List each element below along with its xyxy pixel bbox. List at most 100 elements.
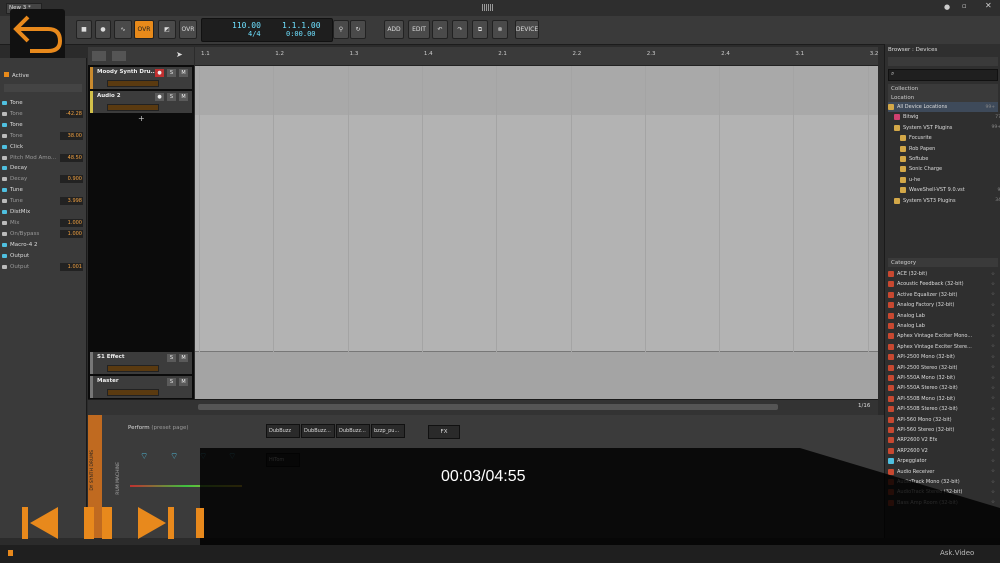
browser-location-item[interactable]: System VST3 Plugins 34: [888, 196, 1000, 206]
browser-device-item[interactable]: API-550B Mono (32-bit) ☆: [888, 394, 998, 404]
fx-slot[interactable]: FX: [428, 425, 460, 439]
remove-icon[interactable]: [2, 111, 7, 116]
parameter-header[interactable]: Decay: [2, 163, 84, 173]
expand-icon[interactable]: [2, 188, 7, 193]
parameter-value[interactable]: 3.998: [60, 197, 83, 206]
browser-device-item[interactable]: ACE (32-bit) ☆: [888, 269, 998, 279]
delete-icon[interactable]: ⊗: [492, 20, 508, 39]
parameter-row[interactable]: Pitch Mod Amo... 48.50: [2, 153, 84, 163]
browser-location-item[interactable]: System VST Plugins 99+: [888, 123, 1000, 133]
routing-row[interactable]: [4, 84, 82, 92]
favorite-star-icon[interactable]: ☆: [991, 324, 995, 329]
favorite-star-icon[interactable]: ☆: [991, 355, 995, 360]
metronome-icon[interactable]: ⚲: [333, 20, 349, 39]
parameter-value[interactable]: 48.50: [60, 153, 83, 162]
expand-icon[interactable]: [2, 253, 7, 258]
active-checkbox[interactable]: [4, 72, 9, 77]
timeline-ruler[interactable]: [195, 47, 878, 66]
favorite-star-icon[interactable]: ☆: [991, 500, 995, 505]
parameter-row[interactable]: Tone -42.28: [2, 109, 84, 119]
solo-button[interactable]: S: [167, 354, 176, 362]
parameter-header[interactable]: Click: [2, 142, 84, 152]
parameter-header[interactable]: Output: [2, 251, 84, 261]
favorite-star-icon[interactable]: ☆: [991, 428, 995, 433]
browser-location-item[interactable]: Sonic Charge2: [888, 164, 1000, 174]
browser-device-item[interactable]: ARP2600 V2 ☆: [888, 446, 998, 456]
browser-device-item[interactable]: Active Equalizer (32-bit) ☆: [888, 290, 998, 300]
favorite-star-icon[interactable]: ☆: [991, 272, 995, 277]
parameter-header[interactable]: Tone: [2, 98, 84, 108]
track-s1-effect[interactable]: S1 Effect S M: [90, 352, 192, 374]
horizontal-scrollbar[interactable]: [198, 404, 778, 410]
stop-button[interactable]: ■: [76, 20, 92, 39]
add-track-icon[interactable]: +: [138, 114, 145, 123]
mute-button[interactable]: M: [179, 69, 188, 77]
browser-device-item[interactable]: API-560 Stereo (32-bit) ☆: [888, 425, 998, 435]
browser-device-item[interactable]: Analog Factory (32-bit) ☆: [888, 300, 998, 310]
track-audio-2[interactable]: Audio 2 ● S M: [90, 91, 192, 113]
tempo-value[interactable]: 110.00: [232, 21, 261, 30]
add-button[interactable]: ADD: [384, 20, 404, 39]
favorite-star-icon[interactable]: ☆: [991, 396, 995, 401]
pointer-tool-icon[interactable]: ➤: [176, 50, 183, 59]
record-arm-button[interactable]: ●: [155, 93, 164, 101]
browser-device-item[interactable]: Aphex Vintage Exciter Mono... ☆: [888, 331, 998, 341]
skip-back-button[interactable]: [14, 497, 66, 549]
expand-icon[interactable]: [2, 242, 7, 247]
expand-icon[interactable]: [2, 122, 7, 127]
remove-icon[interactable]: [2, 220, 7, 225]
perform-page[interactable]: Perform (preset page): [128, 425, 189, 431]
browser-device-item[interactable]: API-560 Mono (32-bit) ☆: [888, 415, 998, 425]
remove-icon[interactable]: [2, 199, 7, 204]
grid-resolution[interactable]: 1/16: [858, 403, 870, 409]
loop-icon[interactable]: ↻: [350, 20, 366, 39]
browser-device-item[interactable]: Arpeggiator ☆: [888, 456, 998, 466]
expand-icon[interactable]: [2, 101, 7, 105]
collection-header[interactable]: Collection: [888, 84, 998, 93]
browser-location-item[interactable]: u-he3: [888, 175, 1000, 185]
pause-button[interactable]: [72, 497, 124, 549]
arranger-toggle[interactable]: [112, 51, 126, 61]
parameter-value[interactable]: 1.000: [60, 218, 83, 227]
favorite-star-icon[interactable]: ☆: [991, 376, 995, 381]
skip-forward-button[interactable]: [130, 497, 182, 549]
parameter-row[interactable]: Mix 1.000: [2, 218, 84, 228]
solo-button[interactable]: S: [167, 93, 176, 101]
solo-button[interactable]: S: [167, 378, 176, 386]
parameter-row[interactable]: Tune 3.998: [2, 196, 84, 206]
browser-device-item[interactable]: ARP2600 V2 Efx ☆: [888, 435, 998, 445]
favorite-star-icon[interactable]: ☆: [991, 386, 995, 391]
parameter-row[interactable]: On/Bypass 1.000: [2, 229, 84, 239]
browser-tabs[interactable]: [888, 57, 998, 66]
browser-device-item[interactable]: Analog Lab ☆: [888, 321, 998, 331]
record-arm-button[interactable]: ●: [155, 69, 164, 77]
browser-location-item[interactable]: WaveShell-VST 9.0.vst99+: [888, 185, 1000, 195]
browser-device-item[interactable]: API-550B Stereo (32-bit) ☆: [888, 404, 998, 414]
browser-location-item[interactable]: Rob Papen6: [888, 144, 1000, 154]
active-toggle[interactable]: Active: [4, 72, 29, 79]
copy-icon[interactable]: ⧉: [472, 20, 488, 39]
mute-button[interactable]: M: [179, 378, 188, 386]
device-button[interactable]: DEVICE: [515, 20, 539, 39]
favorite-star-icon[interactable]: ☆: [991, 334, 995, 339]
favorite-star-icon[interactable]: ☆: [991, 407, 995, 412]
browser-device-item[interactable]: API-550A Mono (32-bit) ☆: [888, 373, 998, 383]
remove-icon[interactable]: [2, 264, 7, 269]
time-signature[interactable]: 4/4: [248, 30, 261, 38]
parameter-header[interactable]: Tune: [2, 185, 84, 195]
favorite-star-icon[interactable]: ☆: [991, 459, 995, 464]
parameter-header[interactable]: DistMix: [2, 207, 84, 217]
effect-lanes[interactable]: [195, 351, 878, 399]
browser-device-item[interactable]: Audio Receiver ☆: [888, 467, 998, 477]
favorite-star-icon[interactable]: ☆: [991, 344, 995, 349]
favorite-star-icon[interactable]: ☆: [991, 417, 995, 422]
browser-location-item[interactable]: Bitwig 77: [888, 112, 1000, 122]
restore-icon[interactable]: ▫: [962, 2, 967, 10]
track-volume-meter[interactable]: [107, 80, 159, 87]
browser-device-item[interactable]: API-2500 Stereo (32-bit) ☆: [888, 363, 998, 373]
mute-button[interactable]: M: [179, 354, 188, 362]
close-icon[interactable]: ✕: [985, 1, 992, 10]
browser-search-input[interactable]: ⌕: [888, 69, 998, 81]
parameter-header[interactable]: Macro-4 2: [2, 240, 84, 250]
macro-knob-icon[interactable]: ⌔: [140, 451, 148, 462]
